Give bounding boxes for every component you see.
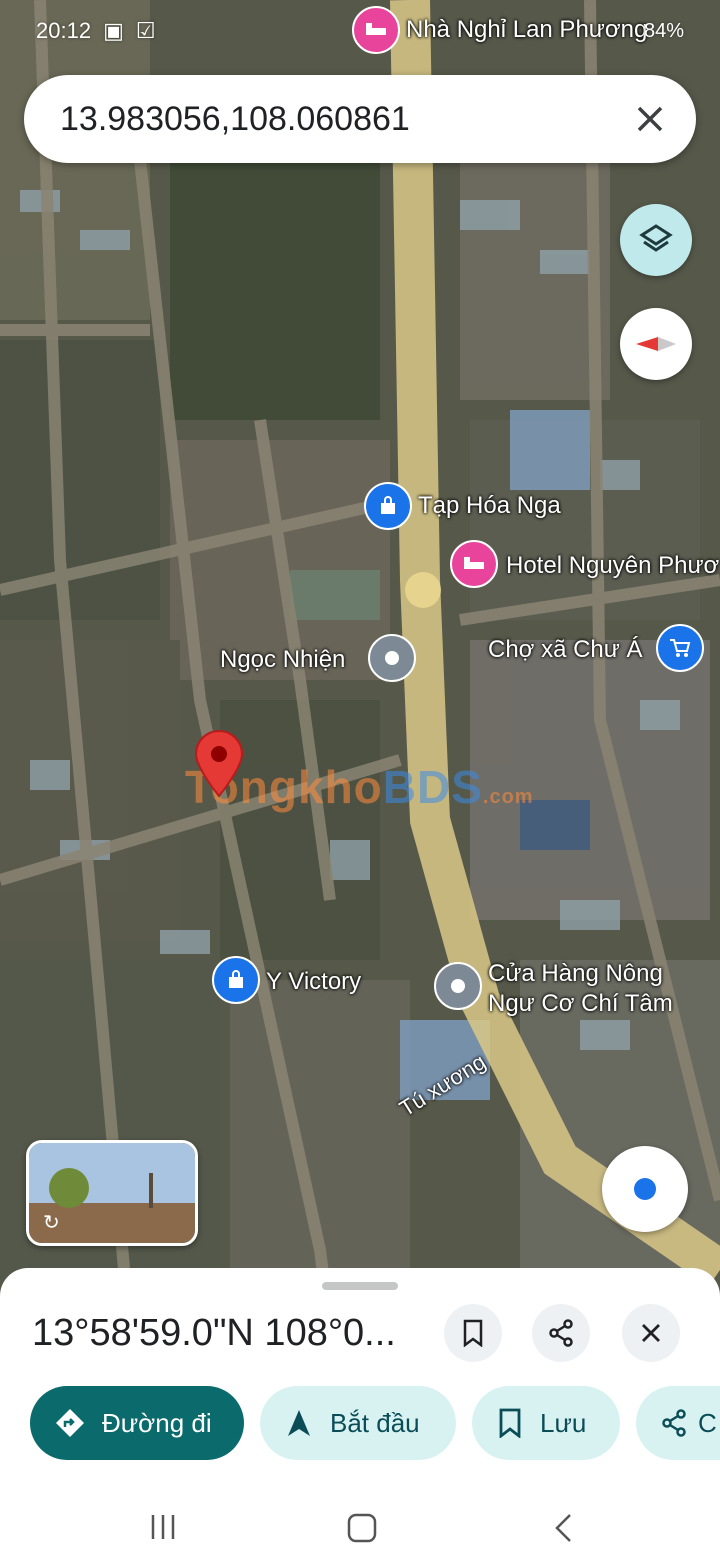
compass-icon	[636, 337, 676, 351]
status-bar: 20:12 ▣ ☑	[36, 18, 156, 44]
bed-icon	[464, 557, 484, 569]
close-icon	[642, 1324, 660, 1342]
gallery-icon: ▣	[103, 18, 124, 43]
shopping-bag-icon	[229, 970, 243, 988]
close-sheet-button[interactable]	[622, 1304, 680, 1362]
place-sheet[interactable]: 13°58'59.0"N 108°0... Đường đi Bắt đầu L…	[0, 1268, 720, 1560]
drag-handle[interactable]	[322, 1282, 398, 1290]
home-icon	[347, 1513, 377, 1543]
share-icon	[662, 1409, 686, 1437]
directions-icon	[56, 1409, 84, 1437]
place-label[interactable]: Ngư Cơ Chí Tâm	[488, 990, 673, 1018]
hotel-pin-icon[interactable]	[450, 540, 498, 588]
shop-pin-icon[interactable]	[212, 956, 260, 1004]
search-input[interactable]: 13.983056,108.060861	[60, 100, 620, 139]
bookmark-icon	[499, 1408, 521, 1438]
battery: 84%	[643, 20, 684, 42]
hotel-pin-icon[interactable]	[352, 6, 400, 54]
compass-button[interactable]	[620, 308, 692, 380]
layers-icon	[639, 224, 673, 252]
place-label[interactable]: Cửa Hàng Nông	[488, 960, 663, 988]
clock: 20:12	[36, 18, 92, 43]
back-icon	[555, 1514, 571, 1542]
place-label[interactable]: Ngọc Nhiện	[220, 646, 345, 674]
search-bar[interactable]: 13.983056,108.060861	[24, 75, 696, 163]
share-label: C	[698, 1407, 717, 1438]
start-label: Bắt đầu	[330, 1407, 420, 1438]
place-pin-icon[interactable]	[368, 634, 416, 682]
save-icon-button[interactable]	[444, 1304, 502, 1362]
system-nav-bar	[0, 1498, 720, 1558]
navigation-arrow-icon	[288, 1410, 310, 1436]
share-icon-button[interactable]	[532, 1304, 590, 1362]
save-button[interactable]: Lưu	[472, 1386, 620, 1460]
bed-icon	[366, 23, 386, 35]
my-location-button[interactable]	[602, 1146, 688, 1232]
rotate-360-icon: ↻	[43, 1212, 60, 1234]
recent-apps-button[interactable]	[148, 1512, 178, 1547]
check-icon: ☑	[135, 18, 156, 43]
cart-icon	[670, 639, 691, 657]
share-icon	[549, 1319, 573, 1347]
shop-pin-icon[interactable]	[364, 482, 412, 530]
place-label[interactable]: Chợ xã Chư Á	[488, 636, 643, 664]
layers-button[interactable]	[620, 204, 692, 276]
dot-icon	[385, 651, 399, 665]
street-view-thumbnail[interactable]: ↻	[26, 1140, 198, 1246]
dot-icon	[451, 979, 465, 993]
directions-button[interactable]: Đường đi	[30, 1386, 244, 1460]
market-pin-icon[interactable]	[656, 624, 704, 672]
place-label[interactable]: Tạp Hóa Nga	[418, 492, 561, 520]
place-label[interactable]: Hotel Nguyên Phươ	[506, 552, 719, 580]
dropped-pin-icon[interactable]	[194, 730, 244, 803]
shopping-bag-icon	[381, 496, 395, 514]
back-button[interactable]	[552, 1512, 576, 1549]
bookmark-icon	[463, 1319, 483, 1347]
location-marker-icon	[194, 730, 244, 798]
recent-apps-icon	[151, 1515, 175, 1539]
close-search-button[interactable]	[620, 89, 680, 149]
save-label: Lưu	[540, 1407, 587, 1438]
place-pin-icon[interactable]	[434, 962, 482, 1010]
close-icon	[637, 106, 663, 132]
place-label[interactable]: Nhà Nghỉ Lan Phương	[406, 16, 647, 44]
share-button[interactable]: C	[636, 1386, 720, 1460]
home-button[interactable]	[346, 1512, 378, 1549]
directions-label: Đường đi	[102, 1407, 212, 1438]
coordinates-title: 13°58'59.0"N 108°0...	[32, 1312, 396, 1354]
start-button[interactable]: Bắt đầu	[260, 1386, 456, 1460]
place-label[interactable]: Y Victory	[266, 968, 361, 996]
my-location-icon	[634, 1178, 656, 1200]
